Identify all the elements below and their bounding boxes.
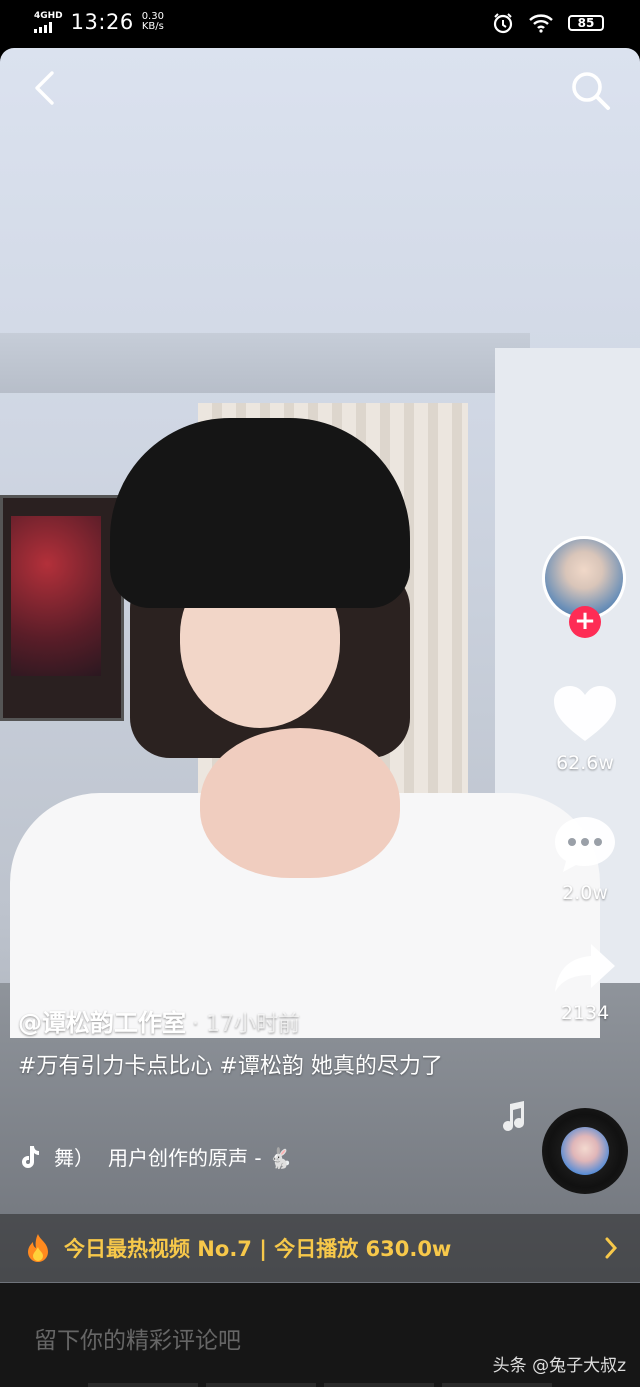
author-name[interactable]: @谭松韵工作室 — [18, 1009, 186, 1037]
source-watermark: 头条 @兔子大叔z — [492, 1356, 626, 1376]
scene-heart-hands — [200, 728, 400, 878]
back-button[interactable] — [24, 68, 64, 108]
like-count: 62.6w — [556, 752, 614, 774]
status-left: 4GHD 13:26 0.30 KB/s — [34, 10, 164, 34]
music-line[interactable]: 舞） 用户创作的原声 - 🐇 — [18, 1142, 438, 1171]
music-disc-cover — [561, 1127, 609, 1175]
chevron-right-icon — [605, 1237, 618, 1259]
wifi-icon — [529, 14, 553, 33]
tiktok-note-icon — [22, 1145, 39, 1168]
signal-icon — [34, 21, 63, 33]
chevron-left-icon — [35, 71, 54, 105]
music-title: 用户创作的原声 - 🐇 — [108, 1146, 293, 1170]
status-right: 85 — [492, 12, 604, 34]
battery-level: 85 — [577, 16, 595, 30]
follow-button[interactable]: + — [569, 606, 601, 638]
alarm-icon — [493, 13, 513, 34]
scene-ceiling — [0, 333, 530, 393]
search-icon — [572, 72, 610, 110]
fire-icon — [24, 1233, 52, 1263]
music-prefix: 舞） — [54, 1146, 94, 1170]
author-line: @谭松韵工作室 · 17小时前 — [18, 1003, 488, 1038]
music-disc[interactable] — [542, 1108, 628, 1194]
share-arrow-icon — [555, 944, 615, 992]
share-count: 2134 — [560, 1002, 610, 1024]
comment-count: 2.0w — [562, 882, 608, 904]
search-button[interactable] — [566, 66, 614, 114]
video-player[interactable] — [0, 48, 640, 1283]
share-button[interactable]: 2134 — [540, 942, 630, 1024]
post-time: · 17小时前 — [192, 1012, 300, 1037]
network-type: 4GHD — [34, 10, 63, 21]
home-indicator — [0, 1383, 640, 1387]
net-speed-unit: KB/s — [141, 21, 164, 32]
battery-icon: 85 — [568, 15, 604, 31]
comment-bar[interactable]: 留下你的精彩评论吧 头条 @兔子大叔z — [0, 1283, 640, 1387]
hot-ranking-bar[interactable]: 今日最热视频 No.7 | 今日播放 630.0w — [0, 1214, 640, 1282]
video-description[interactable]: #万有引力卡点比心 #谭松韵 她真的尽力了 — [18, 1050, 488, 1084]
net-speed: 0.30 KB/s — [142, 12, 164, 32]
status-bar: 4GHD 13:26 0.30 KB/s 85 — [0, 0, 640, 48]
heart-icon — [554, 686, 616, 741]
music-note-icon — [503, 1101, 524, 1131]
like-button[interactable]: 62.6w — [540, 684, 630, 774]
comment-input[interactable]: 留下你的精彩评论吧 — [34, 1321, 241, 1355]
clock: 13:26 — [70, 10, 134, 34]
scene-picture-frame — [0, 495, 124, 721]
scene-person-hat — [110, 418, 410, 608]
hot-ranking-text: 今日最热视频 No.7 | 今日播放 630.0w — [64, 1237, 452, 1261]
comment-icon — [555, 817, 615, 872]
network-indicator: 4GHD — [34, 10, 63, 33]
comment-button[interactable]: 2.0w — [540, 814, 630, 904]
video-caption: @谭松韵工作室 · 17小时前 #万有引力卡点比心 #谭松韵 她真的尽力了 — [18, 1003, 488, 1084]
